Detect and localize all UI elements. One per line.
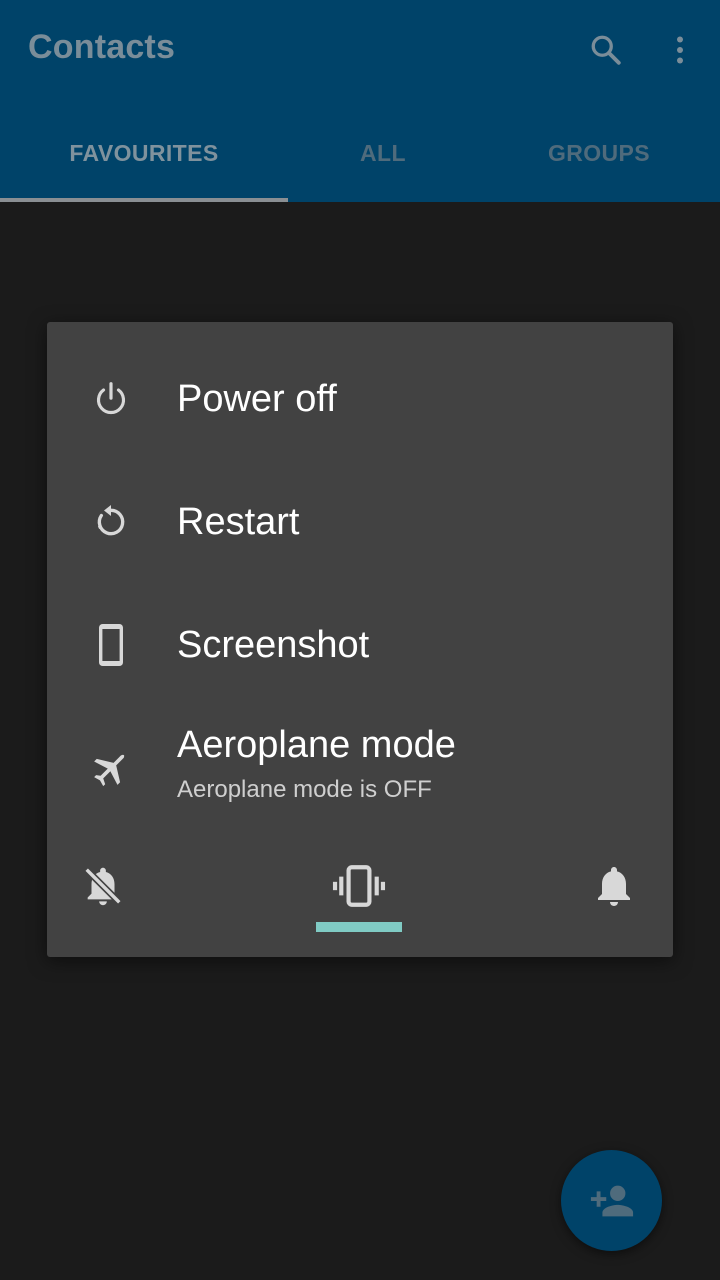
bell-icon: [598, 867, 630, 906]
aeroplane-mode-item[interactable]: Aeroplane mode Aeroplane mode is OFF: [47, 712, 673, 822]
power-menu-dialog: Power off Restart Screenshot Aeroplane m…: [47, 322, 673, 957]
tab-all[interactable]: ALL: [288, 110, 478, 196]
restart-label: Restart: [177, 501, 300, 543]
add-contact-fab[interactable]: [561, 1150, 662, 1251]
sound-mode-button[interactable]: [584, 856, 644, 916]
restart-icon: [87, 498, 135, 546]
screenshot-item[interactable]: Screenshot: [47, 590, 673, 700]
power-icon: [87, 375, 135, 423]
more-vert-icon: [677, 36, 683, 64]
more-options-button[interactable]: [656, 26, 704, 74]
app-title: Contacts: [28, 28, 176, 66]
bell-off-icon: [84, 867, 122, 906]
tab-favourites[interactable]: FAVOURITES: [0, 110, 288, 196]
selected-mode-indicator: [316, 922, 402, 932]
power-off-label: Power off: [177, 378, 337, 420]
add-person-icon: [590, 1185, 633, 1216]
search-icon: [591, 35, 621, 65]
tab-bar: FAVOURITES ALL GROUPS: [0, 110, 720, 202]
phone-screenshot-icon: [87, 621, 135, 669]
aeroplane-mode-status: Aeroplane mode is OFF: [177, 776, 432, 803]
tab-indicator: [0, 198, 288, 202]
aeroplane-mode-label: Aeroplane mode: [177, 724, 456, 766]
sound-mode-selector: [47, 842, 673, 942]
vibrate-mode-button[interactable]: [329, 856, 389, 916]
silent-mode-button[interactable]: [73, 856, 133, 916]
airplane-icon: [87, 744, 135, 792]
search-button[interactable]: [582, 26, 630, 74]
power-off-item[interactable]: Power off: [47, 344, 673, 454]
restart-item[interactable]: Restart: [47, 467, 673, 577]
screenshot-label: Screenshot: [177, 624, 370, 666]
app-bar: Contacts FAVOURITES ALL GROUPS: [0, 0, 720, 202]
tab-groups[interactable]: GROUPS: [478, 110, 720, 196]
vibrate-icon: [332, 865, 386, 907]
